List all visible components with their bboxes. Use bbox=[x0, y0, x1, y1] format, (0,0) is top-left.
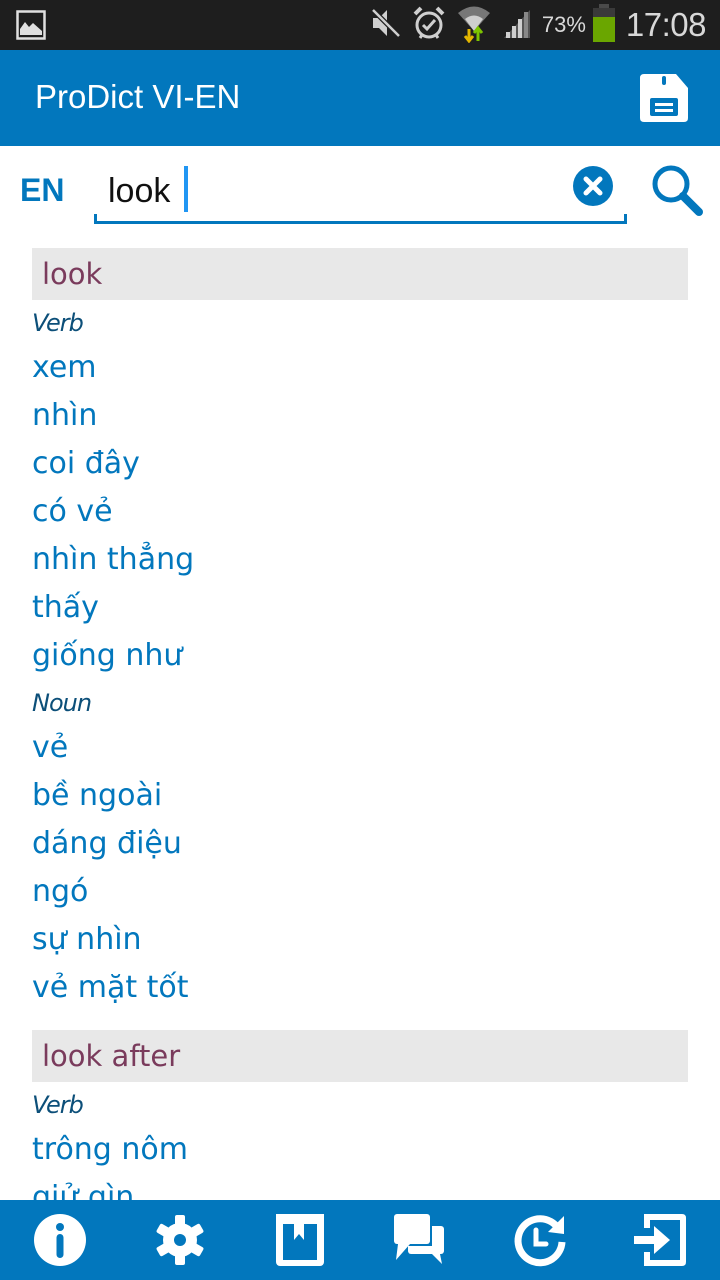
clock: 17:08 bbox=[625, 6, 707, 43]
chat-icon bbox=[394, 1214, 444, 1264]
part-of-speech: Noun bbox=[32, 689, 92, 717]
meaning-item[interactable]: trông nôm bbox=[32, 1126, 688, 1174]
part-of-speech: Verb bbox=[32, 1091, 84, 1119]
clear-icon bbox=[573, 166, 613, 206]
headword[interactable]: look bbox=[32, 248, 688, 300]
language-toggle[interactable]: EN bbox=[20, 172, 64, 209]
bottom-toolbar bbox=[0, 1200, 720, 1280]
save-icon bbox=[640, 74, 688, 122]
settings-button[interactable] bbox=[120, 1200, 240, 1280]
meaning-item[interactable]: có vẻ bbox=[32, 488, 688, 536]
search-input[interactable] bbox=[108, 166, 568, 216]
meaning-item[interactable]: nhìn thẳng bbox=[32, 536, 688, 584]
meaning-item[interactable]: giử gìn bbox=[32, 1174, 688, 1200]
meaning-item[interactable]: bề ngoài bbox=[32, 772, 688, 820]
meaning-item[interactable]: ngó bbox=[32, 868, 688, 916]
meaning-item[interactable]: vẻ bbox=[32, 724, 688, 772]
meaning-item[interactable]: sự nhìn bbox=[32, 916, 688, 964]
info-button[interactable] bbox=[0, 1200, 120, 1280]
meaning-item[interactable]: xem bbox=[32, 344, 688, 392]
bookmark-book-icon bbox=[276, 1214, 324, 1266]
save-button[interactable] bbox=[638, 72, 690, 124]
alarm-icon bbox=[412, 5, 446, 45]
search-button[interactable] bbox=[650, 163, 704, 217]
exit-icon bbox=[634, 1214, 686, 1266]
history-icon bbox=[514, 1215, 566, 1267]
status-bar: 73% 17:08 bbox=[0, 0, 720, 50]
clear-button[interactable] bbox=[573, 166, 613, 206]
feedback-button[interactable] bbox=[360, 1200, 480, 1280]
results-list[interactable]: look Verb xem nhìn coi đây có vẻ nhìn th… bbox=[32, 248, 688, 1200]
bookmarks-button[interactable] bbox=[240, 1200, 360, 1280]
meaning-item[interactable]: vẻ mặt tốt bbox=[32, 964, 688, 1012]
meaning-item[interactable]: nhìn bbox=[32, 392, 688, 440]
gallery-icon bbox=[16, 10, 46, 44]
gear-icon bbox=[156, 1215, 204, 1265]
battery-percent: 73% bbox=[541, 12, 586, 37]
meaning-item[interactable]: thấy bbox=[32, 584, 688, 632]
info-icon bbox=[34, 1214, 86, 1266]
mute-icon bbox=[370, 6, 402, 44]
meaning-item[interactable]: coi đây bbox=[32, 440, 688, 488]
dictionary-entry: look after Verb trông nôm giử gìn bbox=[32, 1030, 688, 1200]
headword[interactable]: look after bbox=[32, 1030, 688, 1082]
part-of-speech: Verb bbox=[32, 309, 84, 337]
signal-icon bbox=[502, 6, 532, 44]
app-title: ProDict VI-EN bbox=[35, 78, 241, 115]
meaning-item[interactable]: dáng điệu bbox=[32, 820, 688, 868]
history-button[interactable] bbox=[480, 1200, 600, 1280]
search-icon bbox=[652, 165, 703, 216]
text-caret bbox=[184, 166, 188, 212]
meaning-item[interactable]: giống như bbox=[32, 632, 688, 680]
app-bar: ProDict VI-EN bbox=[0, 50, 720, 146]
battery-icon bbox=[592, 4, 616, 46]
search-field[interactable] bbox=[94, 160, 627, 224]
exit-button[interactable] bbox=[600, 1200, 720, 1280]
dictionary-entry: look Verb xem nhìn coi đây có vẻ nhìn th… bbox=[32, 248, 688, 1012]
wifi-icon bbox=[456, 3, 492, 47]
